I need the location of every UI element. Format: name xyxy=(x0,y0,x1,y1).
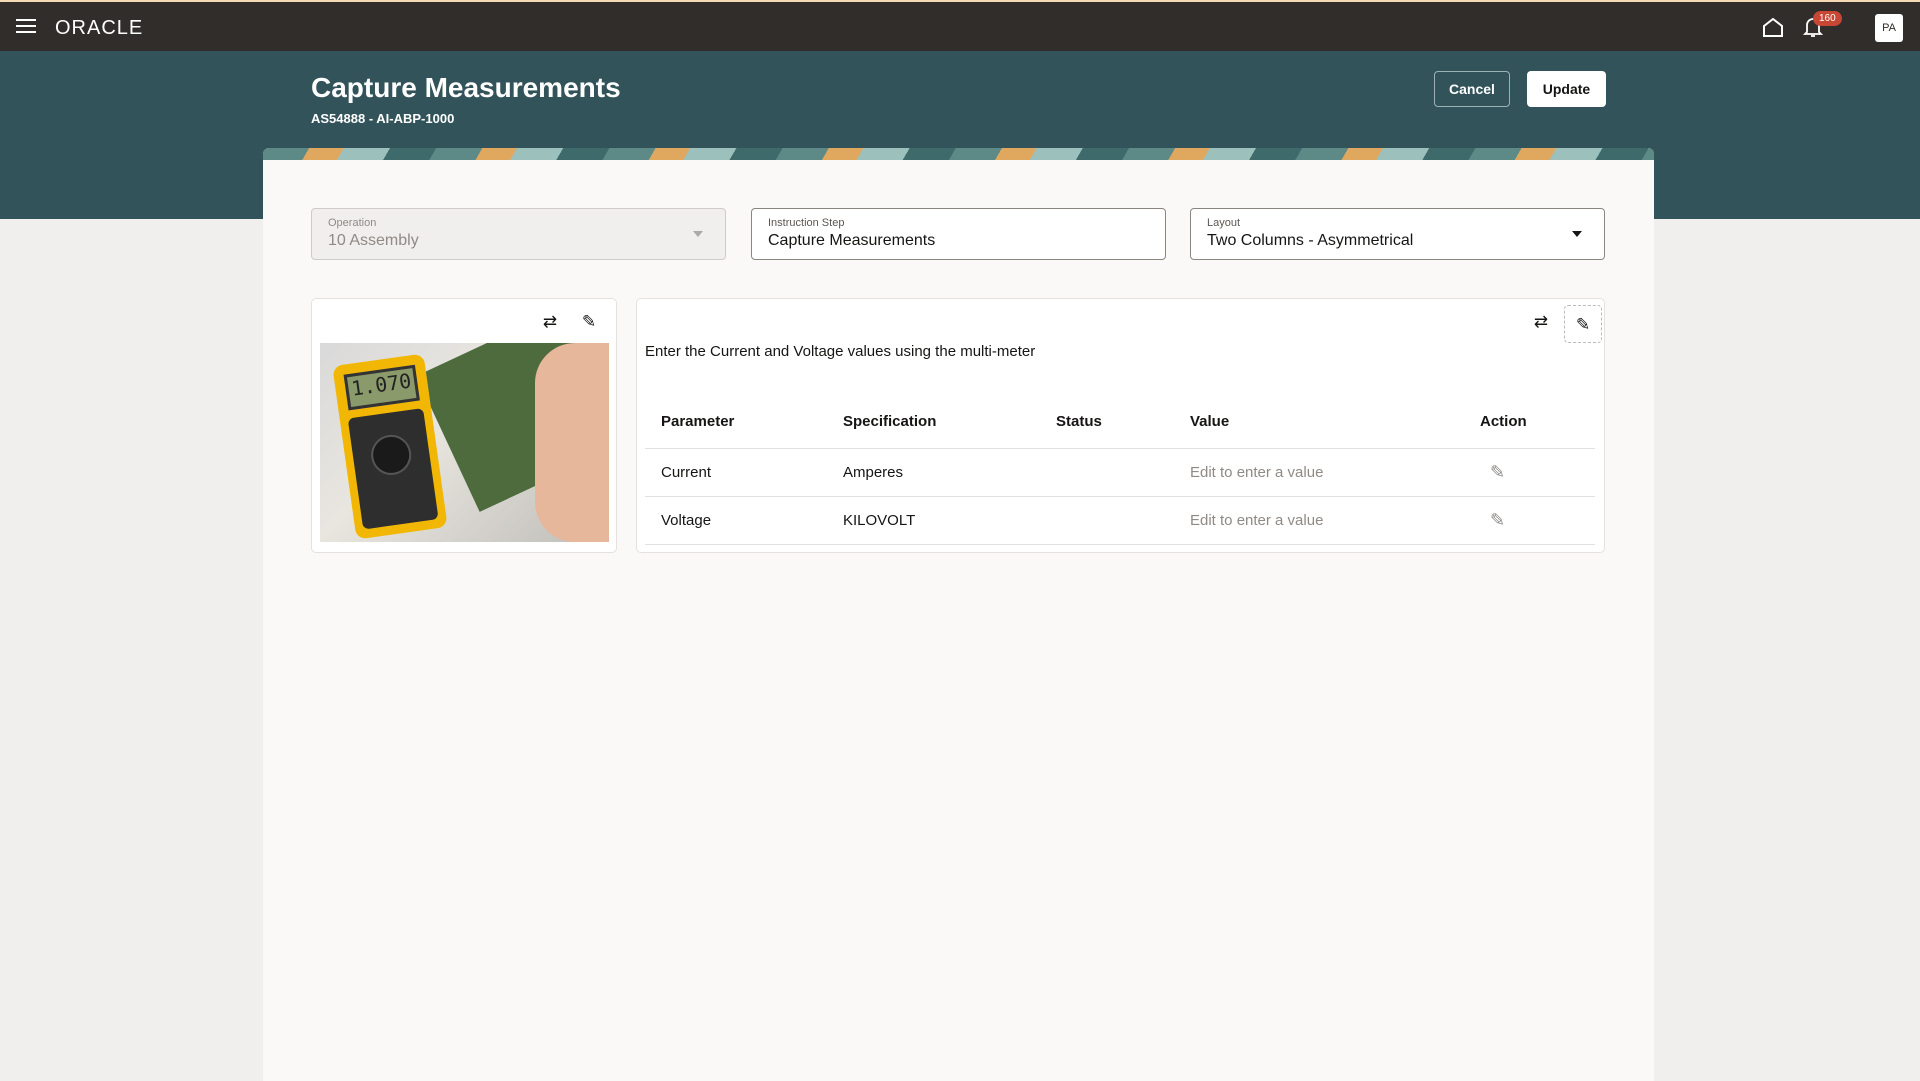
specification-cell: KILOVOLT xyxy=(827,496,1040,544)
value-cell[interactable]: Edit to enter a value xyxy=(1174,448,1464,496)
parameter-cell: Current xyxy=(645,448,827,496)
notification-badge: 160 xyxy=(1813,11,1842,26)
action-cell: ✎ xyxy=(1464,496,1595,544)
column-header: Parameter xyxy=(645,395,827,448)
update-button[interactable]: Update xyxy=(1527,71,1606,107)
image-panel: ⇄ ✎ 1.070 xyxy=(311,298,617,553)
pencil-icon[interactable]: ✎ xyxy=(1490,462,1505,483)
value-cell[interactable]: Edit to enter a value xyxy=(1174,496,1464,544)
layout-value[interactable]: Two Columns - Asymmetrical xyxy=(1207,232,1588,250)
parameter-cell: Voltage xyxy=(645,496,827,544)
table-row: Current Amperes Edit to enter a value ✎ xyxy=(645,448,1595,496)
decorative-banner xyxy=(263,148,1654,160)
operation-value: 10 Assembly xyxy=(328,232,709,250)
page-title: Capture Measurements xyxy=(311,72,621,104)
instruction-step-label: Instruction Step xyxy=(768,217,1149,229)
column-header: Action xyxy=(1464,395,1595,448)
main-card: Operation 10 Assembly Instruction Step C… xyxy=(263,148,1654,1081)
layout-label: Layout xyxy=(1207,217,1588,229)
top-bar: ORACLE 160 PA xyxy=(0,0,1920,51)
home-icon[interactable] xyxy=(1762,17,1784,37)
status-cell xyxy=(1040,448,1174,496)
chevron-down-icon xyxy=(693,231,703,237)
cancel-button[interactable]: Cancel xyxy=(1434,71,1510,107)
menu-icon[interactable] xyxy=(16,19,36,33)
multimeter-image: 1.070 xyxy=(320,343,609,542)
chevron-down-icon[interactable] xyxy=(1572,231,1582,237)
operation-label: Operation xyxy=(328,217,709,229)
swap-layout-icon[interactable]: ⇄ xyxy=(1530,311,1552,333)
specification-cell: Amperes xyxy=(827,448,1040,496)
pencil-icon[interactable]: ✎ xyxy=(1490,510,1505,531)
oracle-logo[interactable]: ORACLE xyxy=(55,17,143,40)
measurements-panel: ⇄ ✎ Enter the Current and Voltage values… xyxy=(636,298,1605,553)
swap-layout-icon[interactable]: ⇄ xyxy=(539,311,561,333)
table-row: Voltage KILOVOLT Edit to enter a value ✎ xyxy=(645,496,1595,544)
edit-icon[interactable]: ✎ xyxy=(578,311,600,333)
edit-icon[interactable]: ✎ xyxy=(1564,305,1602,343)
status-cell xyxy=(1040,496,1174,544)
column-header: Value xyxy=(1174,395,1464,448)
operation-select: Operation 10 Assembly xyxy=(311,208,726,260)
instruction-text: Enter the Current and Voltage values usi… xyxy=(645,343,1035,360)
column-header: Specification xyxy=(827,395,1040,448)
column-header: Status xyxy=(1040,395,1174,448)
instruction-step-value[interactable]: Capture Measurements xyxy=(768,232,1149,250)
layout-select[interactable]: Layout Two Columns - Asymmetrical xyxy=(1190,208,1605,260)
instruction-step-input[interactable]: Instruction Step Capture Measurements xyxy=(751,208,1166,260)
meter-reading: 1.070 xyxy=(344,365,420,411)
measurements-table: Parameter Specification Status Value Act… xyxy=(645,395,1595,545)
user-avatar[interactable]: PA xyxy=(1875,14,1903,42)
action-cell: ✎ xyxy=(1464,448,1595,496)
page-subtitle: AS54888 - AI-ABP-1000 xyxy=(311,111,454,126)
